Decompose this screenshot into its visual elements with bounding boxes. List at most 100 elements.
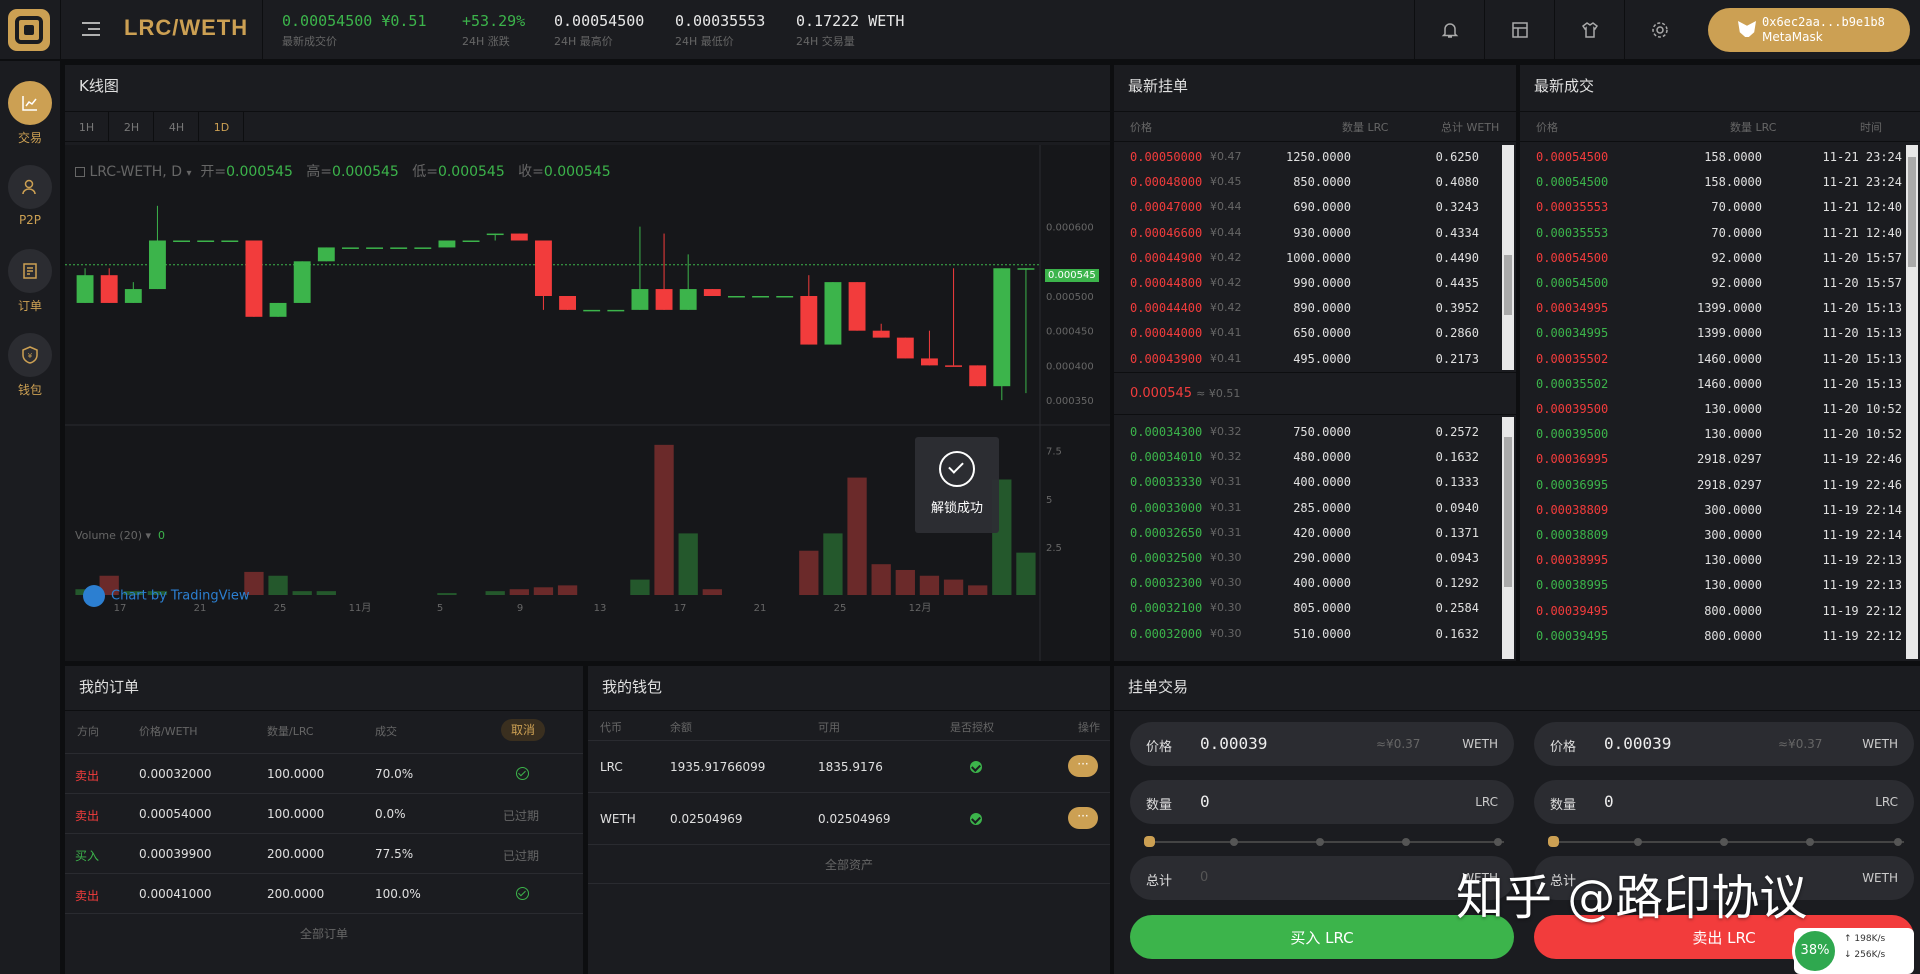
ask-cny: ¥0.42 — [1210, 276, 1242, 289]
bids-scrollbar[interactable] — [1502, 417, 1514, 659]
settings-button[interactable] — [1624, 0, 1694, 60]
tab-4h[interactable]: 4H — [155, 112, 199, 142]
loopring-logo[interactable] — [8, 9, 50, 51]
ask-amount: 990.0000 — [1293, 276, 1351, 290]
trade-price: 0.00038995 — [1536, 578, 1609, 593]
trade-amount: 92.0000 — [1711, 250, 1762, 265]
layout-button[interactable] — [1484, 0, 1554, 60]
my-wallet-panel: 我的钱包 代币 余额 可用 是否授权 操作 LRC 1935.91766099 18… — [588, 666, 1110, 974]
ask-row[interactable]: 0.00046600 ¥0.44 930.0000 0.4334 — [1114, 221, 1499, 246]
trades-scrollbar[interactable] — [1906, 145, 1918, 659]
order-row[interactable]: 卖出 0.00041000 200.0000 100.0% — [65, 873, 583, 913]
bid-row[interactable]: 0.00034300 ¥0.32 750.0000 0.2572 — [1114, 420, 1499, 445]
bid-amount: 290.0000 — [1293, 551, 1351, 565]
sidebar-item-trade[interactable]: 交易 — [0, 81, 60, 146]
tab-1d[interactable]: 1D — [200, 112, 244, 142]
trade-price: 0.00036995 — [1536, 477, 1609, 492]
sidebar-item-wallet[interactable]: ¥ 钱包 — [0, 333, 60, 398]
buy-amount-slider[interactable] — [1144, 836, 1504, 847]
trade-amount: 1399.0000 — [1696, 326, 1762, 341]
trade-amount: 130.0000 — [1704, 427, 1762, 442]
sidebar: 交易 P2P 订单 ¥ 钱包 — [0, 61, 60, 974]
trade-row: 0.00035502 1460.0000 11-20 15:13 — [1520, 347, 1902, 372]
theme-button[interactable] — [1554, 0, 1624, 60]
order-row[interactable]: 买入 0.00039900 200.0000 77.5% 已过期 — [65, 833, 583, 873]
order-side: 卖出 — [75, 889, 100, 903]
buy-amount-field[interactable]: 数量 0 LRC — [1130, 780, 1514, 824]
layout-icon — [1511, 22, 1528, 38]
volume-bar — [292, 591, 312, 595]
candle-body — [1017, 268, 1035, 270]
tab-2h[interactable]: 2H — [110, 112, 154, 142]
volume-bar — [268, 575, 288, 595]
order-row[interactable]: 卖出 0.00054000 100.0000 0.0% 已过期 — [65, 793, 583, 833]
order-amount: 100.0000 — [267, 767, 325, 781]
sell-price-field[interactable]: 价格 0.00039 ≈¥0.37 WETH — [1534, 722, 1914, 766]
ask-price: 0.00044800 — [1130, 276, 1203, 290]
bid-row[interactable]: 0.00034010 ¥0.32 480.0000 0.1632 — [1114, 445, 1499, 470]
sell-amount-field[interactable]: 数量 0 LRC — [1534, 780, 1914, 824]
ask-row[interactable]: 0.00043900 ¥0.41 495.0000 0.2173 — [1114, 347, 1499, 372]
trade-time: 11-20 15:13 — [1822, 376, 1902, 391]
y-tick-label: 0.000350 — [1046, 396, 1094, 407]
tradingview-link[interactable]: Chart by TradingView — [83, 585, 249, 607]
order-row[interactable]: 卖出 0.00032000 100.0000 70.0% — [65, 753, 583, 793]
bid-row[interactable]: 0.00033330 ¥0.31 400.0000 0.1333 — [1114, 470, 1499, 495]
ask-row[interactable]: 0.00050000 ¥0.47 1250.0000 0.6250 — [1114, 145, 1499, 170]
ask-row[interactable]: 0.00044400 ¥0.42 890.0000 0.3952 — [1114, 296, 1499, 321]
trading-pair-title[interactable]: LRC/WETH — [124, 15, 248, 41]
candle-body — [148, 240, 166, 290]
trade-amount: 2918.0297 — [1696, 477, 1762, 492]
ask-row[interactable]: 0.00044800 ¥0.42 990.0000 0.4435 — [1114, 271, 1499, 296]
trade-price: 0.00039500 — [1536, 427, 1609, 442]
volume-bar — [630, 579, 650, 595]
cancel-all-button[interactable]: 取消 — [501, 719, 545, 741]
trade-time: 11-19 22:13 — [1822, 553, 1902, 568]
wallet-button[interactable]: 0x6ec2aa...b9e1b8 MetaMask — [1708, 8, 1910, 52]
buy-price-field[interactable]: 价格 0.00039 ≈¥0.37 WETH — [1130, 722, 1514, 766]
trade-row: 0.00035502 1460.0000 11-20 15:13 — [1520, 372, 1902, 397]
order-done-icon — [516, 767, 529, 783]
wallet-icon: ¥ — [22, 346, 38, 364]
bid-row[interactable]: 0.00032500 ¥0.30 290.0000 0.0943 — [1114, 546, 1499, 571]
bid-cny: ¥0.32 — [1210, 425, 1242, 438]
order-price: 0.00054000 — [139, 807, 212, 821]
sidebar-item-orders[interactable]: 订单 — [0, 249, 60, 314]
bid-row[interactable]: 0.00032650 ¥0.31 420.0000 0.1371 — [1114, 521, 1499, 546]
trade-row: 0.00038995 130.0000 11-19 22:13 — [1520, 573, 1902, 598]
trade-price: 0.00034995 — [1536, 301, 1609, 316]
bid-row[interactable]: 0.00032300 ¥0.30 400.0000 0.1292 — [1114, 571, 1499, 596]
all-assets-link[interactable]: 全部资产 — [588, 844, 1110, 884]
chart-area[interactable]: 0.000600 0.000500 0.000450 0.000400 0.000350… — [65, 145, 1110, 661]
more-button[interactable]: ··· — [1068, 807, 1098, 829]
tab-1h[interactable]: 1H — [65, 112, 109, 142]
bell-icon — [1441, 23, 1458, 38]
bid-row[interactable]: 0.00032000 ¥0.30 510.0000 0.1632 — [1114, 622, 1499, 647]
last-price-stat: 0.00054500 ¥0.51 最新成交价 — [282, 12, 427, 48]
ask-amount: 890.0000 — [1293, 301, 1351, 316]
bid-row[interactable]: 0.00033000 ¥0.31 285.0000 0.0940 — [1114, 496, 1499, 521]
ask-row[interactable]: 0.00044900 ¥0.42 1000.0000 0.4490 — [1114, 246, 1499, 271]
wallet-row: WETH 0.02504969 0.02504969 ··· — [588, 792, 1110, 844]
asks-scrollbar[interactable] — [1502, 145, 1514, 370]
volume-bar — [799, 550, 819, 595]
bell-button[interactable] — [1414, 0, 1484, 60]
more-button[interactable]: ··· — [1068, 755, 1098, 777]
bid-row[interactable]: 0.00032100 ¥0.30 805.0000 0.2584 — [1114, 596, 1499, 621]
order-amount: 100.0000 — [267, 807, 325, 821]
trade-row: 0.00039500 130.0000 11-20 10:52 — [1520, 397, 1902, 422]
ask-row[interactable]: 0.00047000 ¥0.44 690.0000 0.3243 — [1114, 195, 1499, 220]
sidebar-item-p2p[interactable]: P2P — [0, 165, 60, 227]
all-orders-link[interactable]: 全部订单 — [65, 913, 583, 953]
trade-time: 11-20 15:13 — [1822, 326, 1902, 341]
ask-cny: ¥0.41 — [1210, 351, 1242, 365]
order-done-icon — [516, 887, 529, 903]
trade-amount: 130.0000 — [1704, 553, 1762, 568]
volume-bar — [702, 589, 722, 595]
ask-row[interactable]: 0.00048000 ¥0.45 850.0000 0.4080 — [1114, 170, 1499, 195]
ask-row[interactable]: 0.00044000 ¥0.41 650.0000 0.2860 — [1114, 321, 1499, 346]
ask-total: 0.6250 — [1435, 150, 1479, 164]
menu-icon[interactable] — [82, 18, 104, 40]
trade-price: 0.00035502 — [1536, 376, 1609, 391]
sell-amount-slider[interactable] — [1548, 836, 1904, 847]
